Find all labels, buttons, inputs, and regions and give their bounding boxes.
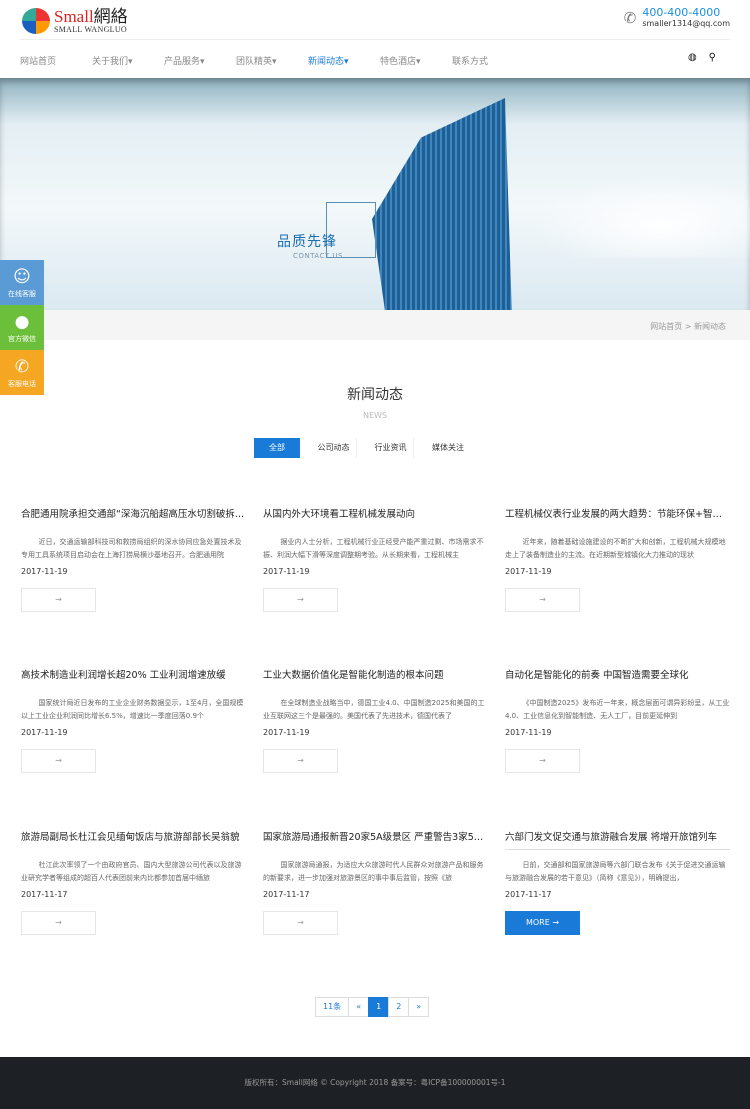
- category-tabs: 全部 公司动态 行业资讯 媒体关注: [254, 438, 482, 458]
- email: smaller1314@qq.com: [642, 19, 730, 28]
- phone-icon: ✆: [623, 8, 637, 27]
- news-card: 工程机械仪表行业发展的两大趋势：节能环保+智能... 近年来，随着基础设施建设的不…: [505, 506, 730, 612]
- read-more-button[interactable]: →: [21, 749, 96, 773]
- news-excerpt: 国家旅游局通报，为适应大众旅游时代人民群众对旅游产品和服务的新要求，进一步加强对…: [263, 861, 484, 882]
- news-excerpt: 国家统计局近日发布的工业企业财务数据显示，1至4月，全国规模以上工业企业利润同比…: [21, 699, 244, 720]
- news-card: 从国内外大环境看工程机械发展动向据业内人士分析，工程机械行业正经受产能严重过剩、…: [263, 506, 488, 612]
- section-title: 新闻动态: [347, 387, 403, 403]
- news-title[interactable]: 自动化是智能化的前奏 中国智造需要全球化: [505, 667, 730, 681]
- tab-industry[interactable]: 行业资讯: [368, 438, 414, 458]
- banner-title: 品质先锋: [277, 234, 337, 250]
- contact-info: ✆ 400-400-4000 smaller1314@qq.com: [623, 6, 730, 29]
- building-image: [372, 98, 512, 310]
- news-excerpt: 日前，交通部和国家旅游局等六部门联合发布《关于促进交通运输与旅游融合发展的若干意…: [505, 861, 726, 882]
- nav-team[interactable]: 团队精英▾: [236, 54, 308, 67]
- chat-icon: ☺: [13, 267, 31, 287]
- logo[interactable]: Small網絡 SMALL WANGLUO: [22, 8, 128, 34]
- banner: 品质先锋 CONTACT US: [0, 78, 750, 310]
- read-more-button[interactable]: →: [263, 588, 338, 612]
- news-date: 2017-11-17: [505, 890, 552, 899]
- search-icon[interactable]: ⚲: [709, 52, 716, 63]
- divider: [20, 39, 730, 40]
- nav-hotels[interactable]: 特色酒店▾: [380, 54, 452, 67]
- news-card: 合肥通用院承担交通部“深海沉船超高压水切割破拆... 近日，交通运输部科技司和救捞…: [21, 506, 246, 612]
- logo-subtitle: SMALL WANGLUO: [54, 25, 128, 34]
- header: Small網絡 SMALL WANGLUO ✆ 400-400-4000 sma…: [0, 0, 750, 40]
- news-date: 2017-11-19: [263, 728, 310, 737]
- tab-all[interactable]: 全部: [254, 438, 300, 458]
- news-date: 2017-11-19: [263, 567, 310, 576]
- nav-about[interactable]: 关于我们▾: [92, 54, 164, 67]
- news-card: 六部门发文促交通与旅游融合发展 将增开旅馆列车日前，交通部和国家旅游局等六部门联…: [505, 829, 730, 935]
- read-more-button[interactable]: →: [263, 749, 338, 773]
- news-title[interactable]: 工业大数据价值化是智能化制造的根本问题: [263, 667, 488, 681]
- main-nav: 网站首页 关于我们▾ 产品服务▾ 团队精英▾ 新闻动态▾ 特色酒店▾ 联系方式 …: [20, 48, 730, 72]
- news-date: 2017-11-19: [21, 567, 68, 576]
- side-label: 官方微信: [8, 335, 36, 343]
- cloud-decoration: [530, 178, 750, 258]
- news-date: 2017-11-19: [505, 567, 552, 576]
- section-subtitle: NEWS: [362, 411, 388, 420]
- news-card: 旅游局副局长杜江会见缅甸饭店与旅游部部长吴翁貌杜江此次率领了一个由政府官员、国内…: [21, 829, 246, 935]
- news-excerpt: 《中国制造2025》发布近一年来，概念层面可谓异彩纷呈，从工业4.0、工业信息化…: [505, 699, 730, 720]
- logo-text: Small: [54, 7, 94, 26]
- read-more-button[interactable]: →: [505, 749, 580, 773]
- news-title[interactable]: 国家旅游局通报新晋20家5A级景区 严重警告3家5A...: [263, 829, 488, 843]
- nav-home[interactable]: 网站首页: [20, 54, 92, 67]
- news-excerpt: 近年来，随着基础设施建设的不断扩大和创新，工程机械大规模地走上了装备制造业的主流…: [505, 538, 726, 559]
- read-more-button[interactable]: →: [263, 911, 338, 935]
- read-more-button[interactable]: →: [21, 588, 96, 612]
- total-count: 11条: [315, 997, 350, 1017]
- page-2[interactable]: 2: [388, 997, 410, 1017]
- logo-icon: [22, 8, 50, 34]
- news-title[interactable]: 高技术制造业利润增长超20% 工业利润增速放缓: [21, 667, 246, 681]
- news-date: 2017-11-19: [21, 728, 68, 737]
- nav-contact[interactable]: 联系方式: [452, 54, 524, 67]
- footer-copyright: 版权所有：Small网络 © Copyright 2018 备案号：粤ICP备1…: [0, 1057, 750, 1109]
- banner-subtitle: CONTACT US: [293, 252, 343, 260]
- wechat-button[interactable]: ● 官方微信: [0, 305, 44, 350]
- news-title[interactable]: 合肥通用院承担交通部“深海沉船超高压水切割破拆...: [21, 506, 246, 520]
- news-card: 工业大数据价值化是智能化制造的根本问题在全球制造业战略当中，德国工业4.0、中国…: [263, 667, 488, 773]
- news-excerpt: 近日，交通运输部科技司和救捞局组织的深水协同应急处置技术及专用工具系统项目启动会…: [21, 538, 242, 559]
- logo-text-cn: 網絡: [93, 7, 128, 26]
- news-excerpt: 据业内人士分析，工程机械行业正经受产能严重过剩、市场需求不振、利润大幅下滑等深度…: [263, 538, 484, 559]
- side-label: 在线客服: [8, 290, 36, 298]
- read-more-button[interactable]: →: [505, 588, 580, 612]
- phone-icon: ✆: [14, 357, 30, 377]
- news-title[interactable]: 工程机械仪表行业发展的两大趋势：节能环保+智能...: [505, 506, 730, 520]
- breadcrumb[interactable]: 网站首页 > 新闻动态: [650, 321, 726, 332]
- tab-media[interactable]: 媒体关注: [425, 438, 471, 458]
- wechat-icon: ●: [14, 312, 30, 332]
- pagination: 11条 « 1 2 »: [315, 997, 430, 1017]
- page-1[interactable]: 1: [368, 997, 390, 1017]
- news-card: 高技术制造业利润增长超20% 工业利润增速放缓国家统计局近日发布的工业企业财务数…: [21, 667, 246, 773]
- news-excerpt: 杜江此次率领了一个由政府官员、国内大型旅游公司代表以及旅游业研究学者等组成的超百…: [21, 861, 242, 882]
- news-card: 自动化是智能化的前奏 中国智造需要全球化《中国制造2025》发布近一年来，概念层…: [505, 667, 730, 773]
- news-title[interactable]: 旅游局副局长杜江会见缅甸饭店与旅游部部长吴翁貌: [21, 829, 246, 843]
- nav-news[interactable]: 新闻动态▾: [308, 54, 380, 67]
- read-more-button[interactable]: →: [21, 911, 96, 935]
- news-title[interactable]: 六部门发文促交通与旅游融合发展 将增开旅馆列车: [505, 829, 730, 843]
- next-page[interactable]: »: [408, 997, 430, 1017]
- tab-company[interactable]: 公司动态: [311, 438, 357, 458]
- globe-icon[interactable]: ◍: [688, 52, 697, 63]
- news-date: 2017-11-19: [505, 728, 552, 737]
- news-title[interactable]: 从国内外大环境看工程机械发展动向: [263, 506, 488, 520]
- news-date: 2017-11-17: [21, 890, 68, 899]
- news-excerpt: 在全球制造业战略当中，德国工业4.0、中国制造2025和美国的工业互联网这三个是…: [263, 699, 485, 720]
- prev-page[interactable]: «: [348, 997, 370, 1017]
- news-date: 2017-11-17: [263, 890, 310, 899]
- read-more-button[interactable]: MORE →: [505, 911, 580, 935]
- nav-products[interactable]: 产品服务▾: [164, 54, 236, 67]
- divider: [505, 849, 730, 850]
- news-card: 国家旅游局通报新晋20家5A级景区 严重警告3家5A... 国家旅游局通报，为适应…: [263, 829, 488, 935]
- phone-number: 400-400-4000: [642, 6, 721, 19]
- breadcrumb-bar: 网站首页 > 新闻动态: [0, 310, 750, 340]
- online-service-button[interactable]: ☺ 在线客服: [0, 260, 44, 305]
